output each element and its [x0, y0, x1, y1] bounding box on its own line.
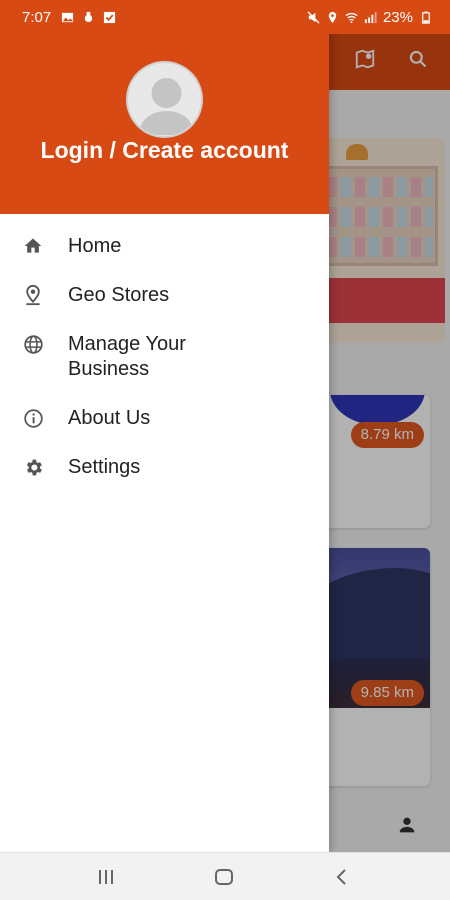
location-pin-icon — [22, 284, 44, 306]
menu-item-label: Home — [68, 235, 122, 257]
checkbox-notification-icon — [104, 11, 116, 23]
home-button[interactable] — [211, 865, 237, 889]
home-square-icon — [215, 869, 233, 885]
system-navigation-bar — [0, 852, 450, 900]
status-bar: 7:07 23% — [0, 0, 450, 34]
login-create-account-link[interactable]: Login / Create account — [0, 136, 329, 165]
mute-icon — [307, 10, 320, 24]
menu-item-label: Manage Your Business — [68, 333, 186, 380]
menu-item-about-us[interactable]: About Us — [0, 394, 329, 443]
menu-item-settings[interactable]: Settings — [0, 443, 329, 492]
avatar[interactable] — [126, 61, 203, 138]
battery-percent: 23% — [382, 8, 413, 26]
back-chevron-icon — [336, 869, 346, 885]
bixby-icon — [84, 11, 93, 22]
info-icon — [22, 407, 44, 429]
globe-icon — [22, 333, 44, 355]
signal-icon — [364, 11, 377, 23]
recent-apps-button[interactable] — [93, 865, 119, 889]
gear-icon — [22, 456, 44, 478]
menu-item-manage-your-business[interactable]: Manage Your Business — [0, 320, 329, 394]
status-time: 7:07 — [22, 8, 52, 26]
menu-item-label: About Us — [68, 407, 151, 429]
user-placeholder-icon — [138, 78, 195, 135]
menu-item-home[interactable]: Home — [0, 222, 329, 271]
image-notification-icon — [62, 12, 74, 22]
menu-item-label: Geo Stores — [68, 284, 170, 306]
menu-item-label: Settings — [68, 456, 141, 478]
location-icon — [328, 11, 337, 23]
back-button[interactable] — [328, 865, 354, 889]
home-icon — [22, 235, 44, 257]
drawer-menu: Home Geo Stores Manage Your Business Abo… — [0, 222, 329, 492]
battery-icon — [422, 10, 430, 24]
navigation-drawer: Login / Create account Home Geo Stores M… — [0, 0, 329, 852]
menu-item-geo-stores[interactable]: Geo Stores — [0, 271, 329, 320]
recents-icon — [99, 870, 113, 884]
wifi-icon — [345, 12, 358, 23]
